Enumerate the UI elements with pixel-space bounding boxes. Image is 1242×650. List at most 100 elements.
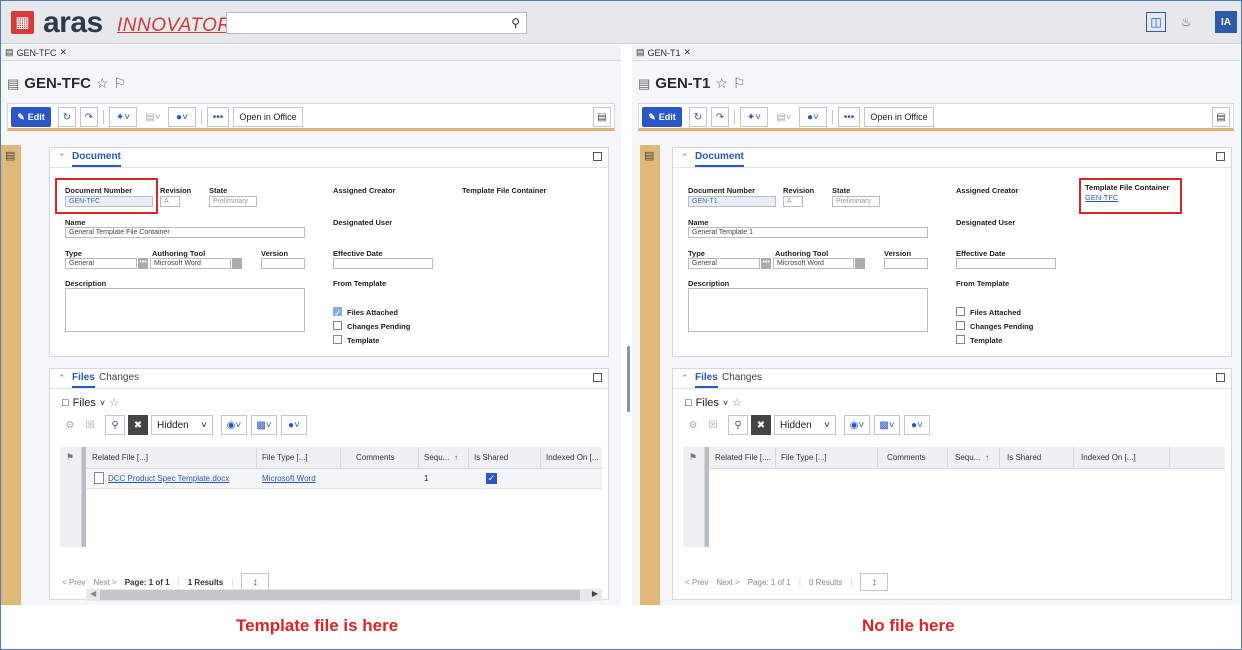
tab-files[interactable]: Files bbox=[72, 372, 95, 388]
delete-row-icon[interactable]: ☒ bbox=[705, 415, 721, 435]
scroll-thumb[interactable] bbox=[100, 590, 580, 600]
monitor-button[interactable]: ▩˅ bbox=[251, 415, 277, 435]
user-avatar[interactable]: IA bbox=[1215, 11, 1237, 33]
dropdown-icon[interactable] bbox=[855, 258, 865, 269]
flag-icon[interactable]: ⚐ bbox=[114, 75, 127, 92]
search-mode-select[interactable]: Hidden ˅ bbox=[151, 415, 213, 435]
view-button[interactable]: ◉˅ bbox=[221, 415, 247, 435]
pane-splitter[interactable] bbox=[627, 346, 630, 412]
share-button[interactable]: ●˅ bbox=[799, 107, 827, 127]
search-button[interactable]: ⚲ bbox=[728, 415, 748, 435]
template-file-container-link[interactable]: GEN-TFC bbox=[1085, 193, 1118, 202]
col-indexed-on[interactable]: Indexed On [...] bbox=[1081, 453, 1136, 462]
refresh-button[interactable]: ↻ bbox=[689, 107, 707, 127]
app-menu-button[interactable]: ▦ bbox=[11, 11, 34, 34]
maximize-icon[interactable] bbox=[593, 152, 602, 161]
split-view-icon[interactable]: ◫ bbox=[1146, 12, 1166, 32]
tab-gen-tfc[interactable]: ▤ GEN-TFC ✕ bbox=[5, 47, 67, 58]
name-field[interactable]: General Template File Container bbox=[65, 227, 305, 238]
monitor-button[interactable]: ▩˅ bbox=[874, 415, 900, 435]
name-field[interactable]: General Template 1 bbox=[688, 227, 928, 238]
clear-search-button[interactable]: ✖ bbox=[751, 415, 771, 435]
document-number-field[interactable]: GEN-T1 bbox=[688, 196, 776, 207]
col-sequence[interactable]: Sequ... bbox=[424, 453, 449, 462]
files-attached-checkbox[interactable]: ✓ bbox=[333, 307, 342, 318]
col-comments[interactable]: Comments bbox=[356, 453, 395, 462]
tab-changes[interactable]: Changes bbox=[99, 372, 139, 383]
maximize-icon[interactable] bbox=[593, 373, 602, 382]
bell-icon[interactable]: ♨ bbox=[1176, 12, 1196, 32]
col-related-file[interactable]: Related File [...] bbox=[92, 453, 148, 462]
revision-field[interactable]: A bbox=[783, 196, 803, 207]
ellipsis-button[interactable]: ••• bbox=[761, 258, 771, 269]
table-row[interactable]: DCC Product Spec Template.docx Microsoft… bbox=[86, 469, 602, 489]
share-button[interactable]: ●˅ bbox=[168, 107, 196, 127]
files-attached-checkbox[interactable] bbox=[956, 307, 965, 316]
col-comments[interactable]: Comments bbox=[887, 453, 926, 462]
delete-row-icon[interactable]: ☒ bbox=[82, 415, 98, 435]
maximize-icon[interactable] bbox=[1216, 152, 1225, 161]
chevron-up-icon[interactable]: ⌃ bbox=[58, 152, 66, 163]
maximize-icon[interactable] bbox=[1216, 373, 1225, 382]
edit-button[interactable]: ✎ Edit bbox=[642, 107, 682, 127]
open-in-office-button[interactable]: Open in Office bbox=[864, 107, 934, 127]
col-sequence[interactable]: Sequ... bbox=[955, 453, 980, 462]
next-button[interactable]: Next > bbox=[93, 578, 116, 587]
clipboard-button[interactable]: ▤˅ bbox=[141, 107, 165, 127]
structure-button[interactable]: ✦˅ bbox=[740, 107, 768, 127]
col-indexed-on[interactable]: Indexed On [... bbox=[546, 453, 598, 462]
comment-button[interactable]: ▤ bbox=[1212, 107, 1230, 127]
star-icon[interactable]: ☆ bbox=[732, 396, 742, 409]
prev-button[interactable]: < Prev bbox=[62, 578, 85, 587]
form-icon[interactable]: ▤ bbox=[644, 149, 654, 162]
search-mode-select[interactable]: Hidden ˅ bbox=[774, 415, 836, 435]
tab-changes[interactable]: Changes bbox=[722, 372, 762, 383]
version-field[interactable] bbox=[261, 258, 305, 269]
star-icon[interactable]: ☆ bbox=[109, 396, 119, 409]
edit-button[interactable]: ✎ Edit bbox=[11, 107, 51, 127]
col-related-file[interactable]: Related File [.... bbox=[715, 453, 771, 462]
clear-search-button[interactable]: ✖ bbox=[128, 415, 148, 435]
chevron-down-icon[interactable]: ˅ bbox=[723, 398, 728, 408]
changes-pending-checkbox[interactable] bbox=[333, 321, 342, 330]
col-file-type[interactable]: File Type [...] bbox=[262, 453, 308, 462]
effective-date-field[interactable] bbox=[333, 258, 433, 269]
search-input[interactable]: ⚲ bbox=[226, 12, 527, 34]
chevron-up-icon[interactable]: ⌃ bbox=[58, 373, 66, 384]
scroll-right-icon[interactable]: ▶ bbox=[592, 589, 598, 598]
dropdown-icon[interactable] bbox=[232, 258, 242, 269]
refresh-button[interactable]: ↻ bbox=[58, 107, 76, 127]
template-checkbox[interactable] bbox=[333, 335, 342, 344]
document-number-field[interactable]: GEN-TFC bbox=[65, 196, 153, 207]
file-type-link[interactable]: Microsoft Word bbox=[262, 474, 316, 483]
search-button[interactable]: ⚲ bbox=[105, 415, 125, 435]
clipboard-button[interactable]: ▤˅ bbox=[772, 107, 796, 127]
type-field[interactable]: General bbox=[688, 258, 760, 269]
is-shared-checkbox[interactable]: ✓ bbox=[486, 473, 497, 484]
structure-button[interactable]: ✦˅ bbox=[109, 107, 137, 127]
state-field[interactable]: Preliminary bbox=[209, 196, 257, 207]
description-field[interactable] bbox=[688, 288, 928, 332]
more-button[interactable]: ••• bbox=[207, 107, 229, 127]
effective-date-field[interactable] bbox=[956, 258, 1056, 269]
search-icon[interactable]: ⚲ bbox=[511, 16, 520, 30]
col-is-shared[interactable]: Is Shared bbox=[1007, 453, 1041, 462]
more-button[interactable]: ••• bbox=[838, 107, 860, 127]
view-button[interactable]: ◉˅ bbox=[844, 415, 870, 435]
page-size-button[interactable]: ↕ bbox=[860, 573, 889, 591]
changes-pending-checkbox[interactable] bbox=[956, 321, 965, 330]
description-field[interactable] bbox=[65, 288, 305, 332]
chevron-up-icon[interactable]: ⌃ bbox=[681, 152, 689, 163]
col-file-type[interactable]: File Type [...] bbox=[781, 453, 827, 462]
prev-button[interactable]: < Prev bbox=[685, 578, 708, 587]
page-size-button[interactable]: ↕ bbox=[241, 573, 270, 591]
share-button[interactable]: ●˅ bbox=[904, 415, 930, 435]
tab-document[interactable]: Document bbox=[72, 151, 121, 167]
share-button[interactable]: ●˅ bbox=[281, 415, 307, 435]
version-field[interactable] bbox=[884, 258, 928, 269]
sort-asc-icon[interactable]: ↑ bbox=[454, 453, 458, 462]
type-field[interactable]: General bbox=[65, 258, 137, 269]
authoring-tool-field[interactable]: Microsoft Word bbox=[150, 258, 231, 269]
related-file-link[interactable]: DCC Product Spec Template.docx bbox=[108, 474, 229, 483]
form-icon[interactable]: ▤ bbox=[5, 149, 15, 162]
